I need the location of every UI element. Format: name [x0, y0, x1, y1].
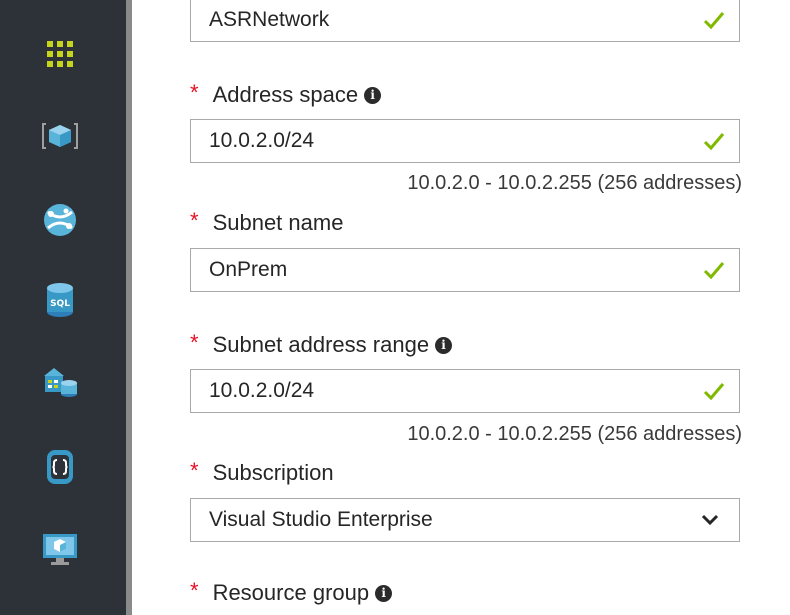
subnet-name-label-row: * Subnet name: [190, 208, 344, 236]
required-star: *: [190, 458, 199, 483]
subscription-select[interactable]: Visual Studio Enterprise: [190, 498, 740, 542]
address-space-label: Address space: [212, 82, 359, 107]
address-space-input[interactable]: 10.0.2.0/24: [190, 119, 740, 163]
address-space-value: 10.0.2.0/24: [209, 129, 315, 152]
required-star: *: [190, 208, 199, 233]
storage-servers-icon[interactable]: [40, 362, 80, 402]
app-services-globe-icon[interactable]: [40, 200, 80, 240]
subnet-address-range-label: Subnet address range: [212, 332, 430, 357]
subnet-name-value: OnPrem: [209, 258, 288, 281]
info-icon[interactable]: i: [375, 584, 393, 602]
subnet-address-range-text: 10.0.2.0 - 10.0.2.255 (256 addresses): [407, 423, 742, 445]
valid-check-icon: [703, 383, 725, 401]
subscription-label: Subscription: [212, 460, 334, 485]
chevron-down-icon: [701, 514, 719, 526]
create-virtual-network-form: ASRNetwork * Address space i 10.0.2.0/24…: [132, 0, 790, 615]
left-nav-rail: SQL: [0, 0, 126, 615]
name-field[interactable]: ASRNetwork: [190, 0, 740, 42]
all-resources-grid-icon[interactable]: [40, 34, 80, 74]
resource-group-label-row: * Resource group i: [190, 578, 393, 606]
subnet-name-input[interactable]: OnPrem: [190, 248, 740, 292]
svg-text:SQL: SQL: [50, 299, 70, 309]
required-star: *: [190, 330, 199, 355]
subscription-label-row: * Subscription: [190, 458, 334, 486]
subnet-address-range-input[interactable]: 10.0.2.0/24: [190, 369, 740, 413]
required-star: *: [190, 80, 199, 105]
cloud-service-icon[interactable]: [40, 447, 80, 487]
info-icon[interactable]: i: [435, 336, 453, 354]
virtual-machine-monitor-icon[interactable]: [40, 530, 80, 570]
valid-check-icon: [703, 262, 725, 280]
address-space-label-row: * Address space i: [190, 80, 382, 108]
subnet-address-range-value: 10.0.2.0/24: [209, 379, 315, 402]
valid-check-icon: [703, 12, 725, 30]
required-star: *: [190, 578, 199, 603]
subscription-value: Visual Studio Enterprise: [209, 508, 433, 531]
info-icon[interactable]: i: [364, 86, 382, 104]
subnet-address-range-label-row: * Subnet address range i: [190, 330, 453, 358]
name-value: ASRNetwork: [209, 8, 330, 31]
subnet-name-label: Subnet name: [212, 210, 344, 235]
resource-group-label: Resource group: [212, 580, 370, 605]
virtual-machine-classic-icon[interactable]: [40, 116, 80, 156]
address-space-range-text: 10.0.2.0 - 10.0.2.255 (256 addresses): [407, 172, 742, 194]
sql-database-icon[interactable]: SQL: [40, 280, 80, 320]
valid-check-icon: [703, 133, 725, 151]
